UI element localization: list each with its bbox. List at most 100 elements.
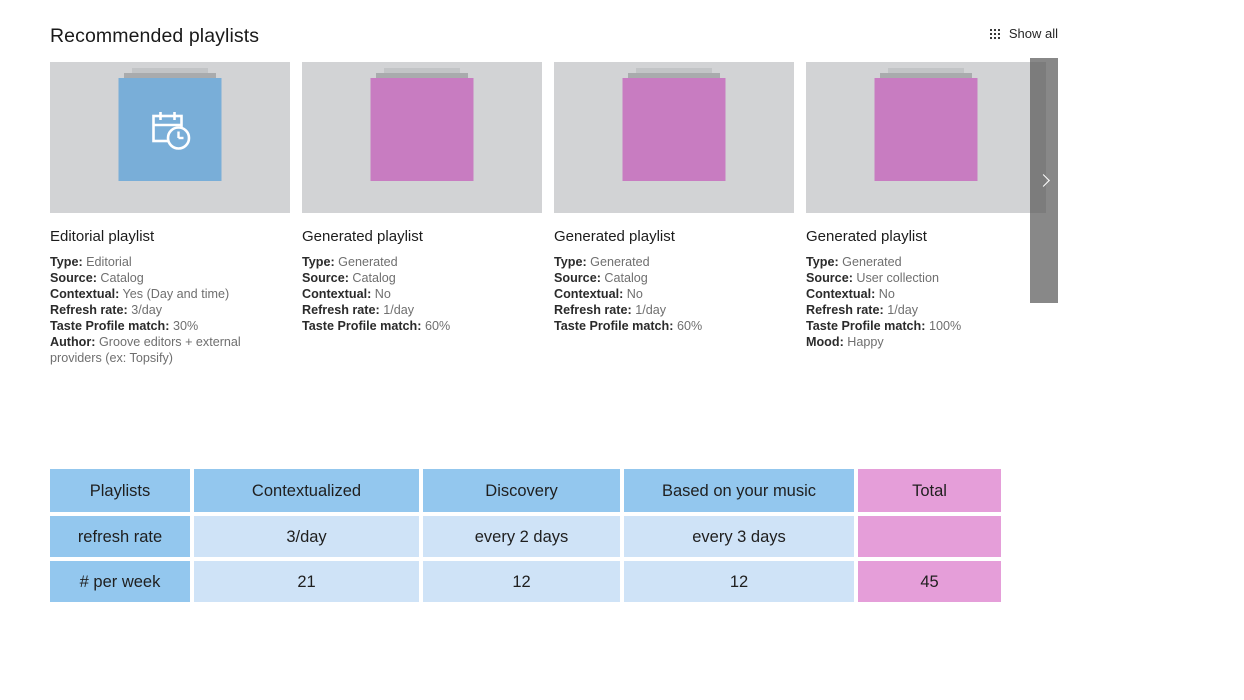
playlist-card-title: Generated playlist xyxy=(806,228,927,245)
meta-key: Source: xyxy=(302,271,349,285)
meta-row: Refresh rate: 3/day xyxy=(50,302,290,318)
meta-key: Type: xyxy=(50,255,83,269)
playlist-thumbnail[interactable] xyxy=(302,62,542,213)
meta-key: Refresh rate: xyxy=(302,303,380,317)
meta-value: No xyxy=(374,287,391,301)
meta-value: Editorial xyxy=(86,255,132,269)
playlist-card-title: Editorial playlist xyxy=(50,228,155,245)
playlist-card[interactable]: Generated playlist Type: Generated Sourc… xyxy=(554,62,794,334)
meta-value: No xyxy=(626,287,643,301)
meta-row: Refresh rate: 1/day xyxy=(554,302,794,318)
playlist-card-meta: Type: Generated Source: Catalog Contextu… xyxy=(302,254,542,334)
meta-value: 30% xyxy=(172,319,199,333)
meta-row: Source: Catalog xyxy=(554,270,794,286)
show-all-label: Show all xyxy=(1008,26,1058,41)
show-all-button[interactable]: Show all xyxy=(989,26,1058,42)
meta-value: 1/day xyxy=(635,303,667,317)
playlist-thumbnail[interactable] xyxy=(50,62,290,213)
meta-value: User collection xyxy=(856,271,939,285)
playlist-card[interactable]: Generated playlist Type: Generated Sourc… xyxy=(302,62,542,334)
table-row-label: refresh rate xyxy=(50,516,190,557)
meta-key: Refresh rate: xyxy=(554,303,632,317)
chevron-right-icon xyxy=(1036,174,1050,187)
table-row: refresh rate 3/day every 2 days every 3 … xyxy=(50,516,1001,557)
section-header: Recommended playlists Show all xyxy=(50,22,1058,52)
meta-key: Source: xyxy=(806,271,853,285)
meta-row: Contextual: Yes (Day and time) xyxy=(50,286,290,302)
meta-row: Type: Generated xyxy=(806,254,1046,270)
meta-key: Taste Profile match: xyxy=(554,319,674,333)
meta-row: Contextual: No xyxy=(806,286,1046,302)
table-cell: 12 xyxy=(423,561,620,602)
meta-key: Refresh rate: xyxy=(806,303,884,317)
meta-row: Source: Catalog xyxy=(50,270,290,286)
meta-key: Contextual: xyxy=(302,287,372,301)
meta-row: Refresh rate: 1/day xyxy=(806,302,1046,318)
playlist-card-meta: Type: Editorial Source: Catalog Contextu… xyxy=(50,254,290,366)
meta-key: Contextual: xyxy=(50,287,120,301)
meta-value: 1/day xyxy=(383,303,415,317)
playlists-overview-page: Recommended playlists Show all Editorial… xyxy=(0,0,1244,700)
meta-row: Type: Generated xyxy=(302,254,542,270)
meta-key: Author: xyxy=(50,335,96,349)
meta-value: 3/day xyxy=(131,303,163,317)
meta-row: Taste Profile match: 60% xyxy=(302,318,542,334)
meta-value: Catalog xyxy=(352,271,396,285)
meta-value: Happy xyxy=(847,335,884,349)
meta-key: Type: xyxy=(302,255,335,269)
table-cell-total: 45 xyxy=(858,561,1001,602)
meta-row: Mood: Happy xyxy=(806,334,1046,350)
meta-row: Taste Profile match: 30% xyxy=(50,318,290,334)
meta-value: Generated xyxy=(338,255,398,269)
refresh-rate-summary-table: Playlists Contextualized Discovery Based… xyxy=(50,469,1001,602)
meta-row: Author: Groove editors + external provid… xyxy=(50,334,290,366)
carousel-next-button[interactable] xyxy=(1030,58,1058,303)
stack-layer-front xyxy=(118,78,222,181)
meta-key: Type: xyxy=(554,255,587,269)
table-row: # per week 21 12 12 45 xyxy=(50,561,1001,602)
playlist-card[interactable]: Editorial playlist Type: Editorial Sourc… xyxy=(50,62,290,366)
playlist-thumbnail[interactable] xyxy=(554,62,794,213)
meta-row: Contextual: No xyxy=(302,286,542,302)
meta-value: No xyxy=(878,287,895,301)
page-title: Recommended playlists xyxy=(50,25,260,47)
meta-key: Taste Profile match: xyxy=(806,319,926,333)
meta-value: 1/day xyxy=(887,303,919,317)
meta-key: Mood: xyxy=(806,335,844,349)
table-header-cell: Playlists xyxy=(50,469,190,512)
meta-value: 60% xyxy=(424,319,451,333)
playlist-card[interactable]: Generated playlist Type: Generated Sourc… xyxy=(806,62,1046,350)
meta-value: Catalog xyxy=(604,271,648,285)
recommended-playlists-carousel: Editorial playlist Type: Editorial Sourc… xyxy=(50,62,1058,365)
table-header-row: Playlists Contextualized Discovery Based… xyxy=(50,469,1001,512)
stack-layer-front xyxy=(874,78,978,181)
meta-row: Contextual: No xyxy=(554,286,794,302)
table-cell: 21 xyxy=(194,561,419,602)
meta-key: Contextual: xyxy=(806,287,876,301)
table-cell: every 3 days xyxy=(624,516,854,557)
playlist-card-meta: Type: Generated Source: Catalog Contextu… xyxy=(554,254,794,334)
table-cell: every 2 days xyxy=(423,516,620,557)
meta-key: Type: xyxy=(806,255,839,269)
table-header-cell-total: Total xyxy=(858,469,1001,512)
table-cell: 12 xyxy=(624,561,854,602)
meta-row: Refresh rate: 1/day xyxy=(302,302,542,318)
playlist-thumbnail[interactable] xyxy=(806,62,1046,213)
meta-value: Yes (Day and time) xyxy=(122,287,230,301)
meta-value: 60% xyxy=(676,319,703,333)
table-cell: 3/day xyxy=(194,516,419,557)
grid-dots-icon xyxy=(989,29,1000,39)
table-header-cell: Based on your music xyxy=(624,469,854,512)
playlist-card-title: Generated playlist xyxy=(554,228,675,245)
meta-key: Refresh rate: xyxy=(50,303,128,317)
table-cell-total xyxy=(858,516,1001,557)
calendar-clock-icon xyxy=(151,111,190,150)
meta-key: Contextual: xyxy=(554,287,624,301)
meta-value: Generated xyxy=(842,255,902,269)
meta-key: Source: xyxy=(554,271,601,285)
meta-row: Source: Catalog xyxy=(302,270,542,286)
stack-layer-front xyxy=(622,78,726,181)
playlist-card-title: Generated playlist xyxy=(302,228,423,245)
playlist-card-meta: Type: Generated Source: User collection … xyxy=(806,254,1046,350)
meta-value: Catalog xyxy=(100,271,144,285)
